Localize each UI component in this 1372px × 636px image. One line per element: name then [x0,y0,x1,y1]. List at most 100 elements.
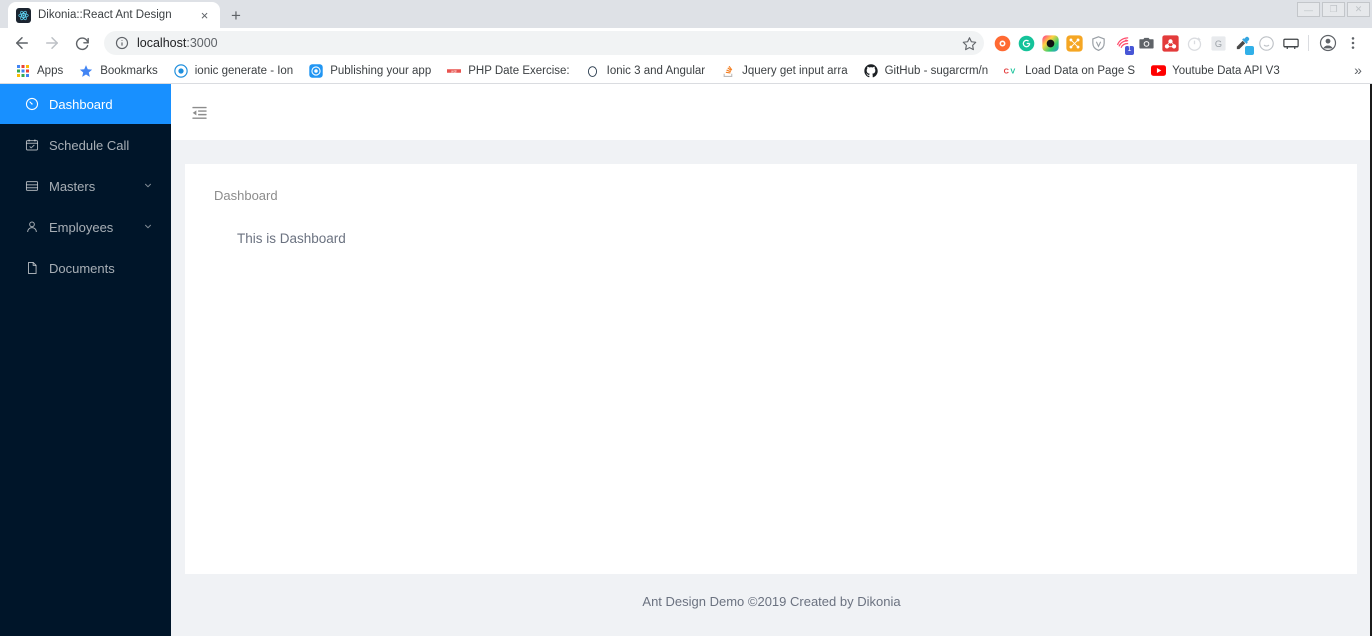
bookmark-github-sugarcrm[interactable]: GitHub - sugarcrm/n [856,60,996,82]
bookmark-label: ionic generate - Ion [194,64,294,77]
google-g-extension-icon[interactable]: G [1208,33,1229,54]
breadcrumb: Dashboard [214,188,278,203]
sidebar-item-label: Documents [49,260,115,276]
browser-tab[interactable]: Dikonia::React Ant Design × [8,2,220,28]
address-bar[interactable]: localhost:3000 [104,31,984,55]
new-tab-button[interactable]: + [222,2,250,28]
react-atom-favicon [16,7,31,23]
svg-text:V: V [1010,66,1015,75]
bookmark-label: Youtube Data API V3 [1172,64,1280,77]
bookmark-label: Bookmarks [100,64,158,77]
bookmarks-overflow-button[interactable]: » [1350,62,1366,78]
chevron-down-icon [143,220,153,235]
stylish-extension-badge: 1 [1125,45,1134,55]
sidebar-item-documents[interactable]: Documents [0,248,171,288]
calendar-schedule-icon [24,138,39,153]
app-body: Dashboard This is Dashboard Ant Design D… [171,140,1372,636]
bookmark-label: PHP Date Exercise: [468,64,570,77]
svg-text:C: C [1004,66,1010,75]
maximize-button[interactable]: ❐ [1322,2,1345,17]
ionic-outline-icon [585,63,601,79]
bookmark-label: GitHub - sugarcrm/n [884,64,989,77]
bookmark-apps[interactable]: Apps [8,60,70,82]
sidebar-item-label: Schedule Call [49,137,130,153]
ionic-icon [173,63,189,79]
eyedropper-extension-badge [1245,45,1254,55]
app-sidebar: Dashboard Schedule Call Masters Employee… [0,84,171,636]
eyedropper-extension-icon[interactable] [1232,33,1254,55]
timer-extension-icon[interactable] [1184,33,1205,54]
smiley-extension-icon[interactable] [1256,33,1277,54]
stackoverflow-icon [720,63,736,79]
stylish-extension-icon[interactable]: 1 [1112,33,1134,55]
file-icon [24,261,39,276]
sidebar-item-dashboard[interactable]: Dashboard [0,84,171,124]
svg-text:w3r: w3r [451,69,457,73]
star-icon [78,63,94,79]
chrome-three-dot-menu-icon[interactable] [1342,31,1364,55]
bookmark-label: Load Data on Page S [1025,64,1136,77]
tab-title: Dikonia::React Ant Design [38,9,172,21]
app-main: Dashboard This is Dashboard Ant Design D… [171,84,1372,636]
minimize-button[interactable]: — [1297,2,1320,17]
reload-button[interactable] [68,29,96,57]
bookmark-label: Jquery get input arra [742,64,848,77]
app-header [171,84,1372,140]
close-window-button[interactable]: ✕ [1347,2,1370,17]
chevron-down-icon [143,179,153,194]
bookmarks-bar: Apps Bookmarks ionic generate - Ion Publ… [0,58,1372,84]
site-info-icon[interactable] [114,36,129,51]
bookmark-ionic-generate[interactable]: ionic generate - Ion [166,60,300,82]
sidebar-item-employees[interactable]: Employees [0,207,171,247]
bookmark-php-date-exercise[interactable]: w3r PHP Date Exercise: [439,60,576,82]
colorzilla-extension-icon[interactable] [1040,33,1061,54]
github-icon [863,63,879,79]
shield-extension-icon[interactable] [1088,33,1109,54]
youtube-icon [1150,63,1166,79]
grammarly-extension-icon[interactable] [1016,33,1037,54]
cast-extension-icon[interactable] [1280,33,1301,54]
url-port: :3000 [186,36,218,50]
menu-fold-icon[interactable] [171,84,227,140]
bookmark-label: Publishing your app [330,64,432,77]
screenshot-camera-extension-icon[interactable] [1136,33,1157,54]
tab-strip: Dikonia::React Ant Design × + — ❐ ✕ [0,0,1372,28]
sidebar-item-masters[interactable]: Masters [0,166,171,206]
tab-close-icon[interactable]: × [197,8,212,23]
svg-text:G: G [1215,39,1222,49]
sidebar-item-schedule-call[interactable]: Schedule Call [0,125,171,165]
bookmark-ionic-3-angular[interactable]: Ionic 3 and Angular [578,60,712,82]
forward-button[interactable] [38,29,66,57]
content-card: Dashboard This is Dashboard [185,164,1357,574]
apps-grid-icon [15,63,31,79]
window-controls: — ❐ ✕ [1297,2,1370,17]
url-host: localhost [137,36,187,50]
bookmark-label: Apps [37,64,64,77]
sidebar-item-label: Employees [49,219,114,235]
bookmark-bookmarks[interactable]: Bookmarks [71,60,165,82]
page-viewport: Dashboard Schedule Call Masters Employee… [0,84,1372,636]
redux-devtools-extension-icon[interactable] [1160,33,1181,54]
w3resource-icon: w3r [446,63,462,79]
bookmark-publishing-your-app[interactable]: Publishing your app [301,60,438,82]
bookmark-jquery-get-input[interactable]: Jquery get input arra [713,60,854,82]
account-avatar-icon[interactable] [1316,31,1340,55]
user-icon [24,220,39,235]
codepen-cv-icon: CV [1003,63,1019,79]
lifebuoy-extension-icon[interactable] [992,33,1013,54]
back-button[interactable] [8,29,36,57]
dashboard-body-text: This is Dashboard [237,231,346,246]
nodes-extension-icon[interactable] [1064,33,1085,54]
browser-toolbar: localhost:3000 1 G [0,28,1372,58]
browser-window: Dikonia::React Ant Design × + — ❐ ✕ loca… [0,0,1372,636]
sidebar-item-label: Masters [49,178,96,194]
bookmark-load-data-on-page[interactable]: CV Load Data on Page S [996,60,1142,82]
dashboard-icon [24,97,39,112]
app-footer: Ant Design Demo ©2019 Created by Dikonia [171,574,1372,636]
bookmark-label: Ionic 3 and Angular [606,64,706,77]
bookmark-youtube-data-api[interactable]: Youtube Data API V3 [1143,60,1287,82]
sidebar-item-label: Dashboard [49,96,113,112]
extension-icons: 1 G [992,33,1301,55]
bookmark-star-icon[interactable] [958,32,980,54]
address-bar-url: localhost:3000 [137,36,958,50]
